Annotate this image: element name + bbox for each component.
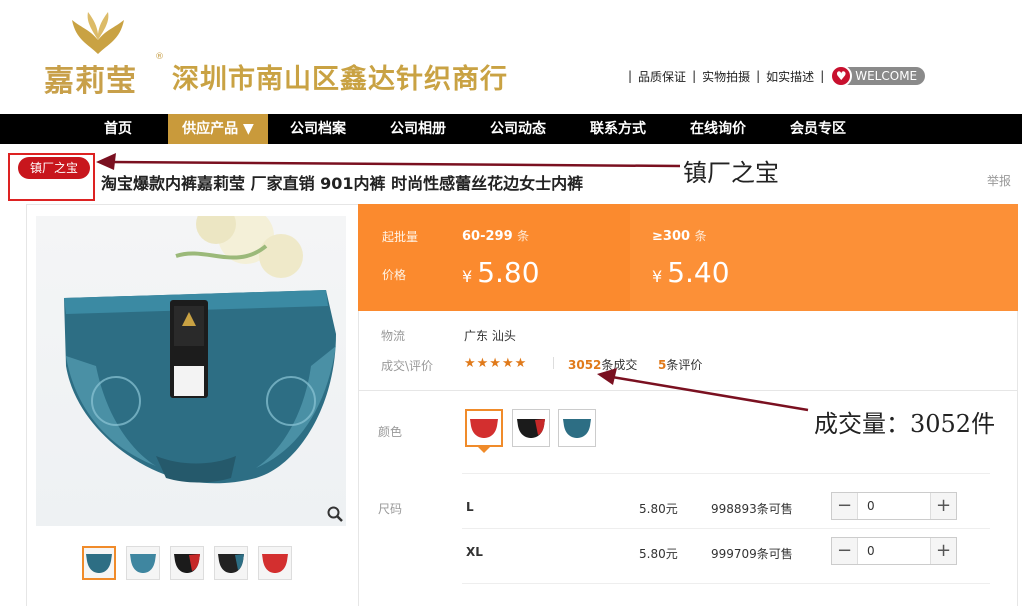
thumbnail-image (218, 554, 244, 573)
product-title: 淘宝爆款内裤嘉莉莹 厂家直销 901内裤 时尚性感蕾丝花边女士内裤 (101, 174, 584, 193)
underwear-illustration (64, 216, 336, 484)
nav-inquiry[interactable]: 在线询价 (678, 114, 758, 144)
annotation-badge-note: 镇厂之宝 (683, 159, 779, 187)
logo-icon (72, 12, 124, 54)
deal-review-label: 成交\评价 (381, 359, 434, 373)
site-header: 嘉莉莹 ® 深圳市南山区鑫达针织商行 | 品质保证 | 实物拍摄 | 如实描述 … (0, 0, 1029, 114)
tier2-range: ≥300 (652, 229, 691, 244)
header-links: | 品质保证 | 实物拍摄 | 如实描述 | ♥ WELCOME (622, 65, 926, 87)
size-name-l: L (466, 500, 474, 514)
review-count-suffix: 条评价 (666, 358, 703, 372)
price-box: 起批量 60-299 条 价格 ¥5.80 ≥300 条 ¥5.40 (358, 204, 1018, 311)
quantity-stepper-l: − + (831, 492, 957, 520)
link-quality[interactable]: 品质保证 (638, 68, 686, 85)
qty-label: 起批量 (382, 230, 419, 244)
tier2-qty: ≥300 条 (652, 227, 707, 244)
thumbnail-1[interactable] (82, 546, 116, 580)
thumbnail-strip (82, 546, 292, 580)
link-description[interactable]: 如实描述 (766, 68, 814, 85)
size-stock-xl: 999709条可售 (711, 547, 793, 561)
review-count[interactable]: 5条评价 (658, 356, 702, 373)
product-main-image[interactable] (36, 216, 346, 526)
separator (553, 357, 554, 369)
report-link[interactable]: 举报 (987, 172, 1011, 189)
swatch-image (470, 419, 498, 438)
deal-count-suffix: 条成交 (601, 358, 638, 372)
nav-home[interactable]: 首页 (78, 114, 158, 144)
zoom-icon[interactable] (326, 505, 344, 523)
price-tier-2: ≥300 条 ¥5.40 (630, 204, 1018, 311)
nav-products[interactable]: 供应产品 ▼ (168, 114, 268, 144)
price-label: 价格 (382, 268, 407, 282)
currency-symbol: ¥ (652, 267, 663, 286)
welcome-text: WELCOME (855, 69, 918, 83)
increment-button[interactable]: + (930, 493, 956, 519)
nav-company-news[interactable]: 公司动态 (478, 114, 558, 144)
thumbnail-image (86, 554, 112, 573)
row-divider (462, 583, 990, 584)
size-price-l: 5.80元 (639, 502, 678, 516)
brand-name[interactable]: 嘉莉莹 (44, 56, 137, 100)
nav-company-profile[interactable]: 公司档案 (278, 114, 358, 144)
tier1-range: 60-299 (462, 229, 513, 244)
color-swatch-teal[interactable] (558, 409, 596, 447)
increment-button[interactable]: + (930, 538, 956, 564)
tier2-price-value: 5.40 (667, 256, 730, 289)
product-title-row: 镇厂之宝 淘宝爆款内裤嘉莉莹 厂家直销 901内裤 时尚性感蕾丝花边女士内裤 举… (0, 144, 1029, 204)
tier2-unit: 条 (694, 229, 707, 243)
rating-stars: ★★★★★ (464, 356, 528, 371)
color-swatch-black[interactable] (512, 409, 550, 447)
swatch-image (517, 419, 545, 438)
tier2-price: ¥5.40 (652, 256, 730, 289)
quantity-input-xl[interactable] (859, 538, 929, 564)
size-name-xl: XL (466, 545, 483, 559)
thumbnail-4[interactable] (214, 546, 248, 580)
deal-count-number: 3052 (568, 358, 602, 372)
quantity-input-l[interactable] (859, 493, 929, 519)
main-nav: 首页 供应产品 ▼ 公司档案 公司相册 公司动态 联系方式 在线询价 会员专区 (0, 114, 1022, 144)
tier1-unit: 条 (517, 229, 530, 243)
price-tier-1: 起批量 60-299 条 价格 ¥5.80 (358, 204, 630, 311)
thumbnail-3[interactable] (170, 546, 204, 580)
quantity-stepper-xl: − + (831, 537, 957, 565)
nav-company-album[interactable]: 公司相册 (378, 114, 458, 144)
color-swatch-red[interactable] (465, 409, 503, 447)
tier1-qty: 60-299 条 (462, 227, 529, 244)
nav-contact[interactable]: 联系方式 (578, 114, 658, 144)
treasure-badge: 镇厂之宝 (18, 157, 90, 179)
tier1-price: ¥5.80 (462, 256, 540, 289)
thumbnail-2[interactable] (126, 546, 160, 580)
size-stock-l: 998893条可售 (711, 502, 793, 516)
logistics-label: 物流 (381, 329, 406, 343)
thumbnail-image (130, 554, 156, 573)
swatch-image (563, 419, 591, 438)
logistics-value: 广东 汕头 (464, 329, 516, 343)
heart-icon: ♥ (830, 65, 853, 87)
deal-count[interactable]: 3052条成交 (568, 356, 637, 373)
nav-member-zone[interactable]: 会员专区 (778, 114, 858, 144)
registered-mark: ® (155, 52, 164, 62)
color-label: 颜色 (378, 425, 403, 439)
decrement-button[interactable]: − (832, 538, 858, 564)
tier1-price-value: 5.80 (477, 256, 540, 289)
thumbnail-5[interactable] (258, 546, 292, 580)
welcome-badge[interactable]: ♥ WELCOME (830, 65, 926, 87)
company-name: 深圳市南山区鑫达针织商行 (172, 64, 508, 95)
size-price-xl: 5.80元 (639, 547, 678, 561)
link-real-photo[interactable]: 实物拍摄 (702, 68, 750, 85)
thumbnail-image (262, 554, 288, 573)
row-divider (462, 528, 990, 529)
size-label: 尺码 (378, 502, 403, 516)
annotation-sales-note: 成交量：3052件 (814, 410, 996, 438)
row-divider (462, 473, 990, 474)
swatch-selected-indicator (478, 447, 490, 453)
thumbnail-image (174, 554, 200, 573)
page: 嘉莉莹 ® 深圳市南山区鑫达针织商行 | 品质保证 | 实物拍摄 | 如实描述 … (0, 0, 1029, 606)
decrement-button[interactable]: − (832, 493, 858, 519)
section-divider (358, 390, 1018, 391)
currency-symbol: ¥ (462, 267, 473, 286)
